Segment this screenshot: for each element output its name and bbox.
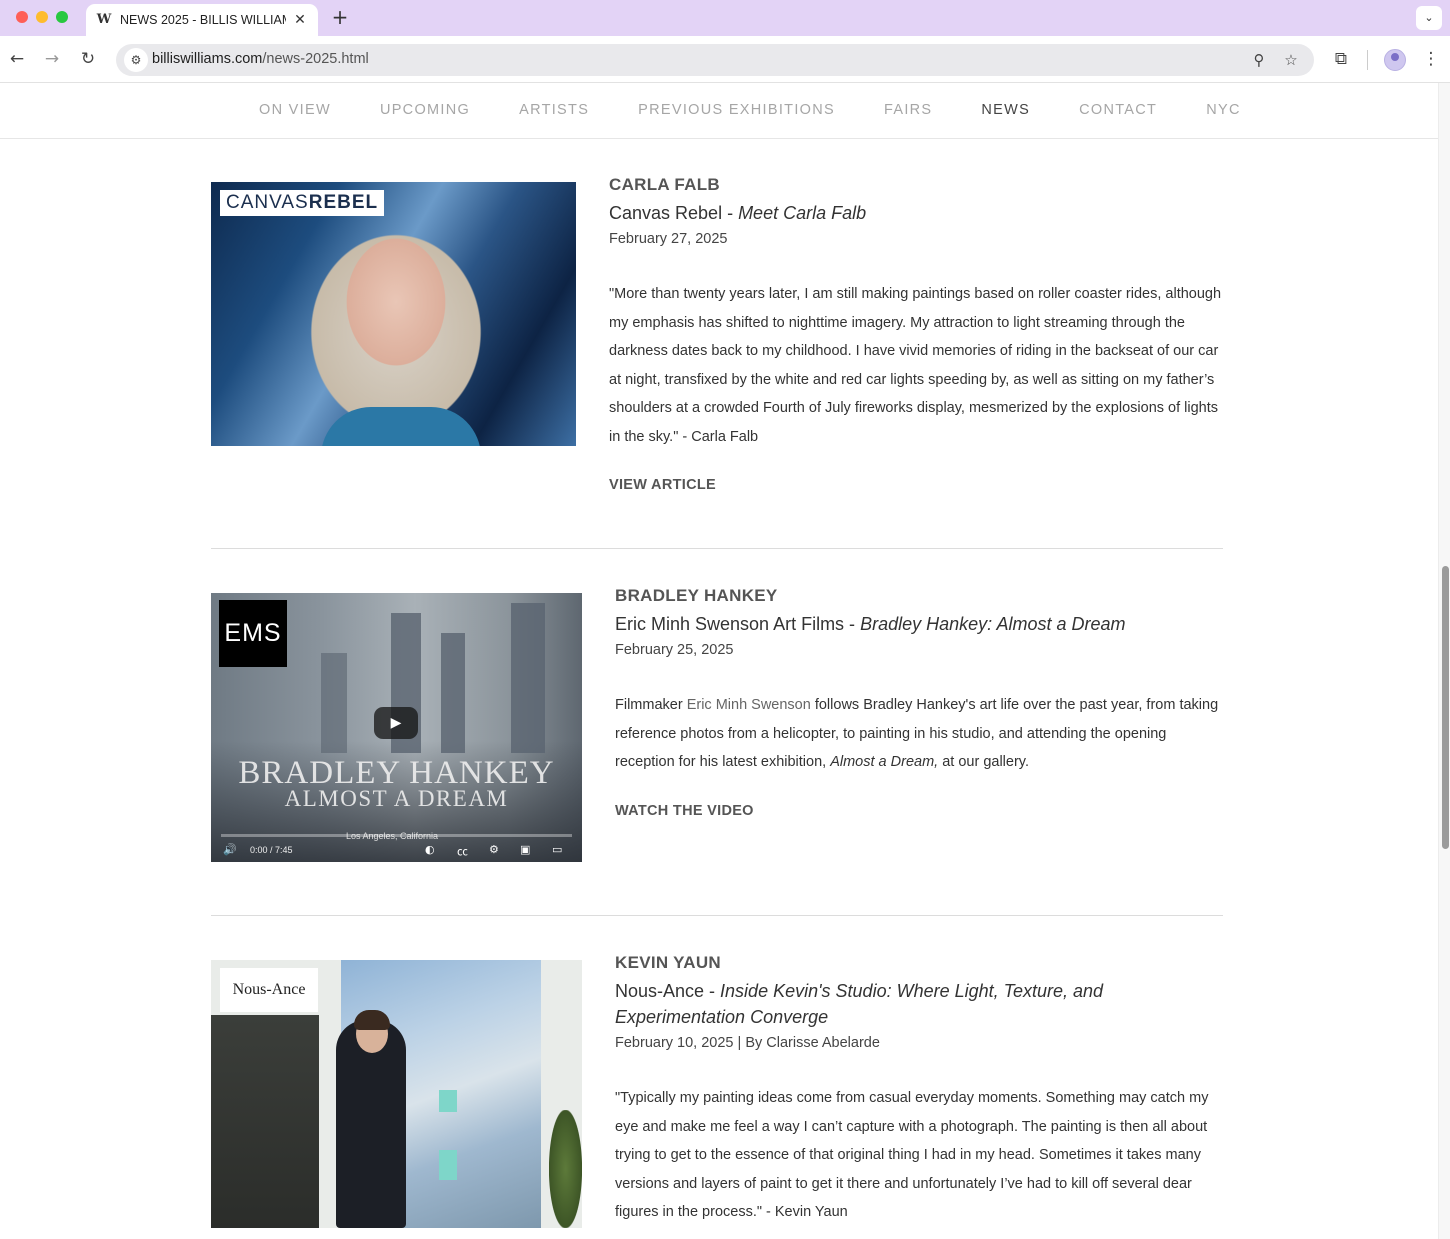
nav-item-artists[interactable]: ARTISTS <box>519 102 589 118</box>
minimize-window-button[interactable] <box>36 11 48 23</box>
article-image-kevin-yaun[interactable]: Nous-Ance <box>211 960 582 1228</box>
captions-icon[interactable]: ㏄ <box>457 843 468 859</box>
article-description: Filmmaker Eric Minh Swenson follows Brad… <box>615 697 1219 770</box>
autoplay-toggle-icon[interactable]: ◐ <box>425 843 435 856</box>
article-text: BRADLEY HANKEY Eric Minh Swenson Art Fil… <box>615 585 1223 820</box>
news-article-kevin-yaun: Nous-Ance KEVIN YAUN Nous-Ance - Inside … <box>211 953 1223 1239</box>
publication-line: Nous-Ance - Inside Kevin's Studio: Where… <box>615 981 1104 1027</box>
tab-title: NEWS 2025 - BILLIS WILLIAMS GALLERY <box>120 13 286 27</box>
video-progress-bar[interactable] <box>221 834 572 837</box>
back-arrow-icon[interactable]: ← <box>6 48 28 70</box>
video-time: 0:00 / 7:45 <box>250 845 293 855</box>
artist-name: KEVIN YAUN <box>615 953 721 972</box>
article-text: CARLA FALB Canvas Rebel - Meet Carla Fal… <box>609 174 1223 494</box>
site-navigation: ON VIEW UPCOMING ARTISTS PREVIOUS EXHIBITIO… <box>0 83 1438 139</box>
browser-tab-bar: W NEWS 2025 - BILLIS WILLIAMS GALLERY ✕ … <box>0 0 1450 36</box>
tab-search-chevron-icon[interactable]: ⌄ <box>1416 6 1442 30</box>
maximize-window-button[interactable] <box>56 11 68 23</box>
watch-video-link[interactable]: WATCH THE VIDEO <box>615 803 754 819</box>
publication-line: Canvas Rebel - Meet Carla Falb <box>609 203 867 223</box>
tab-close-icon[interactable]: ✕ <box>292 12 308 28</box>
article-headline: Meet Carla Falb <box>738 203 867 223</box>
view-article-link[interactable]: VIEW ARTICLE <box>609 477 716 493</box>
article-date: February 25, 2025 <box>615 642 734 658</box>
volume-icon[interactable]: 🔊 <box>223 843 237 856</box>
zoom-icon[interactable]: ⚲ <box>1249 50 1269 70</box>
article-image-carla-falb[interactable]: CANVASREBEL <box>211 182 576 446</box>
nav-list: ON VIEW UPCOMING ARTISTS PREVIOUS EXHIBITIO… <box>259 102 1241 118</box>
plant <box>549 1110 582 1228</box>
portrait-shirt <box>321 407 481 446</box>
close-window-button[interactable] <box>16 11 28 23</box>
artist-name: CARLA FALB <box>609 175 720 194</box>
settings-gear-icon[interactable]: ⚙ <box>489 843 499 856</box>
play-icon[interactable]: ▶ <box>374 707 418 739</box>
canvas-rebel-logo: CANVASREBEL <box>220 190 385 216</box>
article-text: KEVIN YAUN Nous-Ance - Inside Kevin's St… <box>615 952 1223 1227</box>
url-host: billiswilliams.com <box>152 51 263 67</box>
article-date: February 10, 2025 | By Clarisse Abelarde <box>615 1035 880 1051</box>
article-quote: "More than twenty years later, I am stil… <box>609 286 1222 445</box>
nav-item-upcoming[interactable]: UPCOMING <box>380 102 470 118</box>
nous-ance-logo: Nous-Ance <box>220 968 318 1012</box>
fullscreen-icon[interactable]: ▭ <box>552 843 562 856</box>
video-controls: 🔊 0:00 / 7:45 ◐ ㏄ ⚙ ▣ ▭ <box>211 834 582 862</box>
article-divider <box>211 915 1223 916</box>
dark-painting <box>211 1015 319 1228</box>
article-divider <box>211 548 1223 549</box>
miniplayer-icon[interactable]: ▣ <box>520 843 530 856</box>
artist-name: BRADLEY HANKEY <box>615 586 778 605</box>
url-path: /news-2025.html <box>262 51 369 67</box>
reload-icon[interactable]: ↻ <box>77 48 99 70</box>
publication-line: Eric Minh Swenson Art Films - Bradley Ha… <box>615 614 1126 634</box>
nav-item-fairs[interactable]: FAIRS <box>884 102 932 118</box>
ems-logo: EMS <box>219 600 287 667</box>
site-favicon-icon: W <box>96 12 112 27</box>
video-title-line2: ALMOST A DREAM <box>284 786 509 811</box>
browser-toolbar: ← → ↻ ⚙ billiswilliams.com/news-2025.htm… <box>0 36 1450 83</box>
news-article-carla-falb: CANVASREBEL CARLA FALB Canvas Rebel - Me… <box>211 175 1223 512</box>
scrollbar-thumb[interactable] <box>1442 566 1449 849</box>
browser-tab-active[interactable]: W NEWS 2025 - BILLIS WILLIAMS GALLERY ✕ <box>86 4 318 36</box>
nav-item-contact[interactable]: CONTACT <box>1079 102 1157 118</box>
article-date: February 27, 2025 <box>609 231 728 247</box>
news-article-bradley-hankey: EMS ▶ BRADLEY HANKEY ALMOST A DREAM Los … <box>211 586 1223 863</box>
toolbar-separator <box>1367 50 1368 70</box>
site-settings-icon[interactable]: ⚙ <box>124 48 148 72</box>
browser-menu-icon[interactable]: ⋮ <box>1420 48 1442 70</box>
article-quote: "Typically my painting ideas come from c… <box>615 1090 1209 1220</box>
profile-avatar-icon[interactable] <box>1384 49 1406 71</box>
video-player-bradley-hankey[interactable]: EMS ▶ BRADLEY HANKEY ALMOST A DREAM Los … <box>211 593 582 862</box>
nav-item-news[interactable]: NEWS <box>981 102 1030 118</box>
bookmark-star-icon[interactable]: ☆ <box>1281 50 1301 70</box>
nav-item-on-view[interactable]: ON VIEW <box>259 102 331 118</box>
filmmaker-link[interactable]: Eric Minh Swenson <box>687 697 811 713</box>
page-scrollbar[interactable] <box>1438 83 1450 1239</box>
address-bar[interactable]: ⚙ billiswilliams.com/news-2025.html ⚲ ☆ <box>116 44 1314 76</box>
article-headline: Bradley Hankey: Almost a Dream <box>860 614 1126 634</box>
nav-item-previous-exhibitions[interactable]: PREVIOUS EXHIBITIONS <box>638 102 835 118</box>
extensions-puzzle-icon[interactable]: ⧉ <box>1330 48 1352 70</box>
new-tab-button[interactable]: + <box>328 6 352 30</box>
url-text[interactable]: billiswilliams.com/news-2025.html <box>152 51 369 67</box>
forward-arrow-icon[interactable]: → <box>41 48 63 70</box>
nav-item-nyc[interactable]: NYC <box>1206 102 1241 118</box>
